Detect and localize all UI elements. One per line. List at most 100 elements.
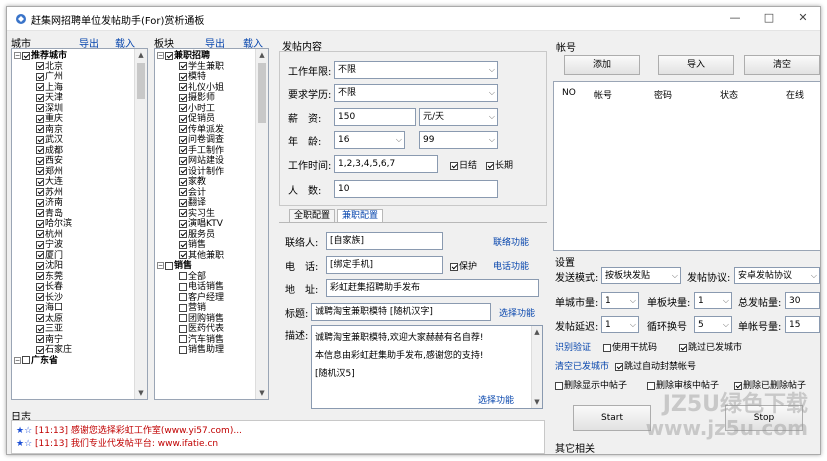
scroll-down-icon[interactable]: ▼	[135, 387, 147, 399]
board-item[interactable]: 设计制作	[157, 167, 254, 178]
checkbox[interactable]	[36, 62, 44, 70]
people-input[interactable]: 10	[334, 180, 498, 198]
city-item[interactable]: 太原	[14, 314, 133, 325]
board-item[interactable]: 传单派发	[157, 125, 254, 136]
checkbox[interactable]	[36, 335, 44, 343]
checkbox[interactable]	[179, 125, 187, 133]
city-item[interactable]: 上海	[14, 83, 133, 94]
title-function-link[interactable]: 选择功能	[499, 306, 535, 319]
age-to-select[interactable]: 99 ⌵	[419, 131, 498, 149]
account-column-header[interactable]: 密码	[654, 88, 672, 101]
daily-checkbox[interactable]: 日结	[450, 158, 477, 171]
protocol-select[interactable]: 安卓发帖协议 ⌵	[734, 267, 820, 284]
board-item[interactable]: 手工制作	[157, 146, 254, 157]
city-item[interactable]: 长春	[14, 282, 133, 293]
city-item[interactable]: 成都	[14, 146, 133, 157]
checkbox[interactable]	[36, 272, 44, 280]
board-item[interactable]: 模特	[157, 72, 254, 83]
board-item[interactable]: 服务员	[157, 230, 254, 241]
city-item[interactable]: 宁波	[14, 240, 133, 251]
checkbox[interactable]	[179, 156, 187, 165]
scroll-up-icon[interactable]: ▲	[135, 49, 147, 61]
delete-showing-checkbox[interactable]: 删除显示中帖子	[555, 378, 627, 391]
checkbox[interactable]	[179, 167, 187, 175]
board-item[interactable]: 全部	[157, 272, 254, 283]
checkbox[interactable]	[36, 93, 44, 102]
city-item[interactable]: 苏州	[14, 188, 133, 199]
board-item[interactable]: 会计	[157, 188, 254, 199]
title-input[interactable]: 诚聘淘宝兼职模特 [随机汉字]	[311, 303, 491, 321]
account-column-header[interactable]: 帐号	[594, 88, 612, 101]
checkbox[interactable]	[165, 51, 173, 60]
checkbox[interactable]	[36, 167, 44, 175]
clear-city-link[interactable]: 清空已发城市	[555, 359, 609, 372]
checkbox[interactable]	[179, 335, 187, 343]
city-item[interactable]: 哈尔滨	[14, 219, 133, 230]
board-item[interactable]: 礼仪小姐	[157, 83, 254, 94]
worktime-input[interactable]: 1,2,3,4,5,6,7	[334, 155, 438, 173]
longterm-checkbox[interactable]: 长期	[486, 158, 513, 171]
city-item[interactable]: 济南	[14, 198, 133, 209]
single-input[interactable]: 15	[785, 316, 820, 333]
expand-icon[interactable]: −	[14, 52, 21, 59]
account-column-header[interactable]: 状态	[720, 88, 738, 101]
checkbox[interactable]	[36, 345, 44, 354]
city-item[interactable]: 三亚	[14, 324, 133, 335]
maximize-button[interactable]: □	[754, 9, 784, 27]
start-button[interactable]: Start	[573, 405, 651, 431]
checkbox[interactable]	[36, 156, 44, 165]
checkbox[interactable]	[36, 230, 44, 238]
checkbox[interactable]	[179, 72, 187, 81]
account-column-header[interactable]: 在线	[786, 88, 804, 101]
city-count-select[interactable]: 1 ⌵	[601, 292, 639, 309]
contact-function-link[interactable]: 联络功能	[493, 235, 529, 248]
city-group[interactable]: − 推荐城市	[14, 51, 133, 62]
board-item[interactable]: 团购销售	[157, 314, 254, 325]
education-select[interactable]: 不限 ⌵	[334, 84, 498, 102]
expand-icon[interactable]: −	[157, 262, 164, 269]
add-account-button[interactable]: 添加	[564, 55, 640, 75]
checkbox[interactable]	[179, 104, 187, 112]
city-item[interactable]: 西安	[14, 156, 133, 167]
checkbox[interactable]	[36, 104, 44, 112]
city-item[interactable]: 大连	[14, 177, 133, 188]
checkbox[interactable]	[179, 146, 187, 154]
switch-select[interactable]: 5 ⌵	[694, 316, 732, 333]
import-account-button[interactable]: 导入	[658, 55, 734, 75]
board-item[interactable]: 汽车销售	[157, 335, 254, 346]
checkbox[interactable]	[36, 219, 44, 228]
expand-icon[interactable]: −	[14, 356, 21, 364]
city-item[interactable]: 深圳	[14, 104, 133, 115]
scroll-thumb[interactable]	[137, 63, 145, 99]
board-item[interactable]: 促销员	[157, 114, 254, 125]
city-item[interactable]: 重庆	[14, 114, 133, 125]
checkbox[interactable]	[36, 125, 44, 133]
close-button[interactable]: ✕	[788, 9, 818, 27]
board-item[interactable]: 客户经理	[157, 293, 254, 304]
city-item[interactable]: 广州	[14, 72, 133, 83]
board-item[interactable]: 家教	[157, 177, 254, 188]
city-item[interactable]: 东莞	[14, 272, 133, 283]
city-item[interactable]: 沈阳	[14, 261, 133, 272]
use-proxy-checkbox[interactable]: 使用干扰码	[603, 340, 657, 353]
checkbox[interactable]	[179, 230, 187, 238]
checkbox[interactable]	[179, 240, 187, 249]
board-group[interactable]: − 销售	[157, 261, 254, 272]
checkbox[interactable]	[179, 293, 187, 301]
age-from-select[interactable]: 16 ⌵	[334, 131, 405, 149]
checkbox[interactable]	[179, 135, 187, 144]
board-item[interactable]: 摄影师	[157, 93, 254, 104]
send-mode-select[interactable]: 按板块发贴 ⌵	[601, 267, 681, 284]
salary-input[interactable]: 150	[334, 108, 416, 126]
checkbox[interactable]	[36, 72, 44, 81]
tab-parttime[interactable]: 兼职配置	[337, 209, 384, 223]
checkbox[interactable]	[179, 314, 187, 322]
checkbox[interactable]	[36, 251, 44, 259]
checkbox[interactable]	[36, 198, 44, 207]
checkbox[interactable]	[179, 345, 187, 354]
checkbox[interactable]	[36, 314, 44, 322]
city-item[interactable]: 长沙	[14, 293, 133, 304]
city-item[interactable]: 厦门	[14, 251, 133, 262]
checkbox[interactable]	[165, 261, 173, 270]
checkbox[interactable]	[36, 282, 44, 291]
